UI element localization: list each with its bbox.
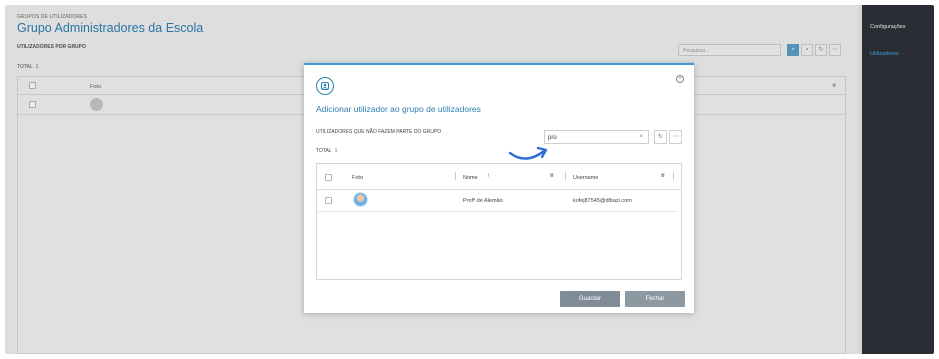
save-button[interactable]: Guardar <box>560 291 620 307</box>
table-header: Foto Nome ↑ ⩸ Username ⩸ <box>317 164 681 190</box>
sort-asc-icon[interactable]: ↑ <box>487 173 490 179</box>
column-divider <box>565 172 566 180</box>
more-icon[interactable]: ⋯ <box>669 130 682 144</box>
modal-search-box[interactable]: × <box>544 130 649 144</box>
select-all-checkbox[interactable] <box>325 174 332 181</box>
modal-search-input[interactable] <box>548 133 633 142</box>
column-username: Username <box>573 175 599 181</box>
modal-title: Adicionar utilizador ao grupo de utiliza… <box>316 104 481 114</box>
user-name: Profª de Alemão <box>463 198 503 204</box>
modal-total-text: TOTAL <box>316 148 332 154</box>
column-foto: Foto <box>352 175 364 181</box>
available-users-table: Foto Nome ↑ ⩸ Username ⩸ Profª de Alemão… <box>316 163 682 280</box>
row-checkbox[interactable] <box>325 197 332 204</box>
column-divider <box>455 172 456 180</box>
clear-icon[interactable]: × <box>639 134 643 140</box>
column-divider <box>673 172 674 180</box>
users-group-icon <box>316 77 334 95</box>
column-nome[interactable]: Nome <box>463 175 478 181</box>
modal-subtitle: UTILIZADORES QUE NÃO FAZEM PARTE DO GRUP… <box>316 129 442 135</box>
modal-total: TOTAL 1 <box>316 148 337 154</box>
sidebar-item-utilizadores[interactable]: Utilizadores <box>870 51 899 57</box>
refresh-icon[interactable]: ↻ <box>654 130 667 144</box>
right-sidebar: Configurações Utilizadores <box>862 5 934 354</box>
modal-total-count: 1 <box>334 148 338 154</box>
table-row[interactable]: Profª de Alemão kofej87545@dlbazi.com <box>317 190 681 212</box>
user-username: kofej87545@dlbazi.com <box>573 198 632 204</box>
close-button[interactable]: Fechar <box>625 291 685 307</box>
close-icon[interactable]: × <box>676 75 684 83</box>
add-user-modal: × Adicionar utilizador ao grupo de utili… <box>304 63 694 313</box>
avatar <box>353 192 368 207</box>
filter-icon[interactable]: ⩸ <box>661 173 665 180</box>
sidebar-item-configuracoes[interactable]: Configurações <box>870 24 905 30</box>
filter-icon[interactable]: ⩸ <box>550 173 554 180</box>
app-frame: GRUPOS DE UTILIZADORES Grupo Administrad… <box>5 5 934 354</box>
pointer-arrow-icon <box>508 146 548 160</box>
